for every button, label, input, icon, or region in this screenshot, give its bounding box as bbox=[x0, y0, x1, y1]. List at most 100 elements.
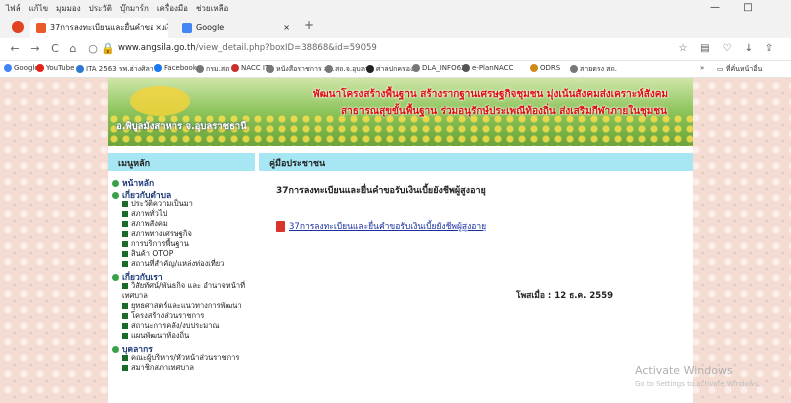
bookmark-label: e-PlanNACC bbox=[472, 64, 514, 72]
shield-icon[interactable]: ○ bbox=[86, 42, 100, 56]
bookmarks-bar: » ▭ ที่คั่นหน้าอื่น Google YouTube ITA 256… bbox=[0, 61, 791, 78]
sidebar-item[interactable]: แผนพัฒนาท้องถิ่น bbox=[112, 331, 255, 341]
sidebar-item[interactable]: สภาพสังคม bbox=[112, 219, 255, 229]
bookmark-item[interactable]: ODRS bbox=[530, 64, 560, 72]
square-bullet-icon bbox=[122, 313, 128, 319]
close-tab-icon[interactable]: × bbox=[153, 18, 162, 38]
sidebar-item[interactable]: การบริการพื้นฐาน bbox=[112, 239, 255, 249]
bookmark-favicon-icon bbox=[570, 65, 578, 73]
main-header: คู่มือประชาชน bbox=[259, 153, 693, 171]
square-bullet-icon bbox=[122, 261, 128, 267]
bookmark-item[interactable]: e-PlanNACC bbox=[462, 64, 513, 72]
sidebar-header: เมนูหลัก bbox=[108, 153, 255, 171]
sidebar-item-label: สินค้า OTOP bbox=[131, 249, 174, 258]
bookmark-star-icon[interactable]: ☆ bbox=[676, 42, 690, 56]
menu-item[interactable]: ไฟล์ bbox=[6, 2, 21, 15]
lock-icon[interactable]: 🔒 bbox=[101, 42, 115, 56]
bullet-icon bbox=[112, 192, 119, 199]
tab-google[interactable]: Google × bbox=[176, 18, 296, 38]
bookmark-favicon-icon bbox=[231, 64, 239, 72]
other-bookmarks-label: ที่คั่นหน้าอื่น bbox=[725, 65, 763, 73]
bookmark-label: กรม.สถ bbox=[206, 65, 230, 73]
bookmark-item[interactable]: ศาลปกครอง bbox=[366, 64, 413, 75]
activate-windows-subtext: Go to Settings to activate Windows. bbox=[635, 380, 761, 388]
bookmark-favicon-icon bbox=[76, 65, 84, 73]
other-bookmarks[interactable]: ▭ ที่คั่นหน้าอื่น bbox=[717, 64, 762, 75]
bookmark-label: สถ.จ.อุบลฯ bbox=[335, 65, 369, 73]
banner-slogan-1: พัฒนาโครงสร้างพื้นฐาน สร้างรากฐานเศรษฐกิ… bbox=[313, 89, 669, 100]
square-bullet-icon bbox=[122, 303, 128, 309]
menu-item[interactable]: ประวัติ bbox=[89, 2, 112, 15]
square-bullet-icon bbox=[122, 201, 128, 207]
menu-item[interactable]: แก้ไข bbox=[29, 2, 49, 15]
bookmark-favicon-icon bbox=[36, 64, 44, 72]
sidebar-item[interactable]: สถานที่สำคัญ/แหล่งท่องเที่ยว bbox=[112, 259, 255, 269]
bookmark-item[interactable]: Facebook bbox=[154, 64, 197, 72]
sidebar-item[interactable]: สมาชิกสภาเทศบาล bbox=[112, 363, 255, 373]
bookmark-item[interactable]: Google bbox=[4, 64, 39, 72]
logo bbox=[130, 86, 190, 116]
bookmark-item[interactable]: กรม.สถ bbox=[196, 64, 229, 75]
sidebar-item-label: สถานที่สำคัญ/แหล่งท่องเที่ยว bbox=[131, 259, 225, 268]
attachment-link[interactable]: 37การลงทะเบียนและยื่นคำขอรับเงินเบี้ยยัง… bbox=[276, 219, 486, 233]
reload-icon[interactable]: C bbox=[48, 42, 62, 56]
sidebar-item[interactable]: วิสัยทัศน์/พันธกิจ และ อำนาจหน้าที่เทศบา… bbox=[112, 281, 255, 301]
bookmark-item[interactable]: YouTube bbox=[36, 64, 74, 72]
bookmark-favicon-icon bbox=[412, 64, 420, 72]
home-icon[interactable]: ⌂ bbox=[66, 42, 80, 56]
sidebar-item[interactable]: สภาพทางเศรษฐกิจ bbox=[112, 229, 255, 239]
firefox-icon[interactable] bbox=[12, 21, 24, 33]
sidebar-section[interactable]: บุคลากร bbox=[112, 342, 255, 355]
square-bullet-icon bbox=[122, 283, 128, 289]
url-path: /view_detail.php?boxID=38868&id=59059 bbox=[195, 43, 377, 53]
sidebar-section[interactable]: เกี่ยวกับเรา bbox=[112, 270, 255, 283]
tab-title: 37การลงทะเบียนและยื่นคำขอรับเงินเบี้ยยัง… bbox=[50, 23, 168, 32]
sidebar-item[interactable]: สถานะการคลัง/งบประมาณ bbox=[112, 321, 255, 331]
bookmark-label: DLA_INFO62 bbox=[422, 64, 466, 72]
sidebar-item-label: คณะผู้บริหาร/หัวหน้าส่วนราชการ bbox=[131, 353, 240, 362]
forward-icon[interactable]: → bbox=[28, 42, 42, 56]
tab-active[interactable]: 37การลงทะเบียนและยื่นคำขอรับเงินเบี้ยยัง… bbox=[30, 18, 168, 38]
sidebar-item-label: โครงสร้างส่วนราชการ bbox=[131, 311, 205, 320]
new-tab-button[interactable]: + bbox=[304, 18, 314, 32]
bullet-icon bbox=[112, 274, 119, 281]
bookmarks-overflow-icon[interactable]: » bbox=[700, 64, 704, 72]
square-bullet-icon bbox=[122, 251, 128, 257]
bookmark-favicon-icon bbox=[4, 64, 12, 72]
site-favicon-icon bbox=[36, 22, 46, 33]
menu-item[interactable]: เครื่องมือ bbox=[157, 2, 188, 15]
sidebar-title: เมนูหลัก bbox=[118, 159, 151, 169]
maximize-button[interactable]: □ bbox=[733, 0, 763, 16]
bookmark-item[interactable]: สถ.จ.อุบลฯ bbox=[325, 64, 369, 75]
bookmark-item[interactable]: สายตรง สถ. bbox=[570, 64, 617, 75]
url-host: www.angsila.go.th bbox=[118, 43, 196, 53]
bookmark-item[interactable]: ITA 2563 รพ.ฮ่างศิลา bbox=[76, 64, 154, 75]
bookmark-favicon-icon bbox=[462, 64, 470, 72]
url-bar[interactable]: www.angsila.go.th/view_detail.php?boxID=… bbox=[118, 43, 377, 53]
close-tab-icon[interactable]: × bbox=[283, 18, 290, 38]
sidebar-item[interactable]: สภาพทั่วไป bbox=[112, 209, 255, 219]
reader-icon[interactable]: ▤ bbox=[698, 42, 712, 56]
sidebar-section[interactable]: เกี่ยวกับตำบล bbox=[112, 188, 255, 201]
square-bullet-icon bbox=[122, 365, 128, 371]
pocket-icon[interactable]: ♡ bbox=[720, 42, 734, 56]
sidebar-item[interactable]: คณะผู้บริหาร/หัวหน้าส่วนราชการ bbox=[112, 353, 255, 363]
menu-item[interactable]: มุมมอง bbox=[56, 2, 81, 15]
menu-item[interactable]: ช่วยเหลือ bbox=[196, 2, 228, 15]
bookmark-item[interactable]: DLA_INFO62 bbox=[412, 64, 465, 72]
sidebar-item[interactable]: โครงสร้างส่วนราชการ bbox=[112, 311, 255, 321]
sidebar-item[interactable]: ยุทธศาสตร์และแนวทางการพัฒนา bbox=[112, 301, 255, 311]
download-icon[interactable]: ↓ bbox=[742, 42, 756, 56]
sidebar-item-label: สภาพทางเศรษฐกิจ bbox=[131, 229, 192, 238]
bookmark-label: ITA 2563 รพ.ฮ่างศิลา bbox=[86, 65, 154, 73]
share-icon[interactable]: ⇪ bbox=[762, 42, 776, 56]
back-icon[interactable]: ← bbox=[8, 42, 22, 56]
sidebar-item-label: สถานะการคลัง/งบประมาณ bbox=[131, 321, 220, 330]
sidebar-item[interactable]: สินค้า OTOP bbox=[112, 249, 255, 259]
minimize-button[interactable]: — bbox=[700, 0, 730, 16]
sidebar-item[interactable]: ประวัติความเป็นมา bbox=[112, 199, 255, 209]
menu-item[interactable]: บุ๊กมาร์ก bbox=[120, 2, 149, 15]
sidebar-section[interactable]: หน้าหลัก bbox=[112, 176, 255, 189]
bookmark-label: Google bbox=[14, 64, 39, 72]
main-header-title: คู่มือประชาชน bbox=[269, 159, 326, 169]
